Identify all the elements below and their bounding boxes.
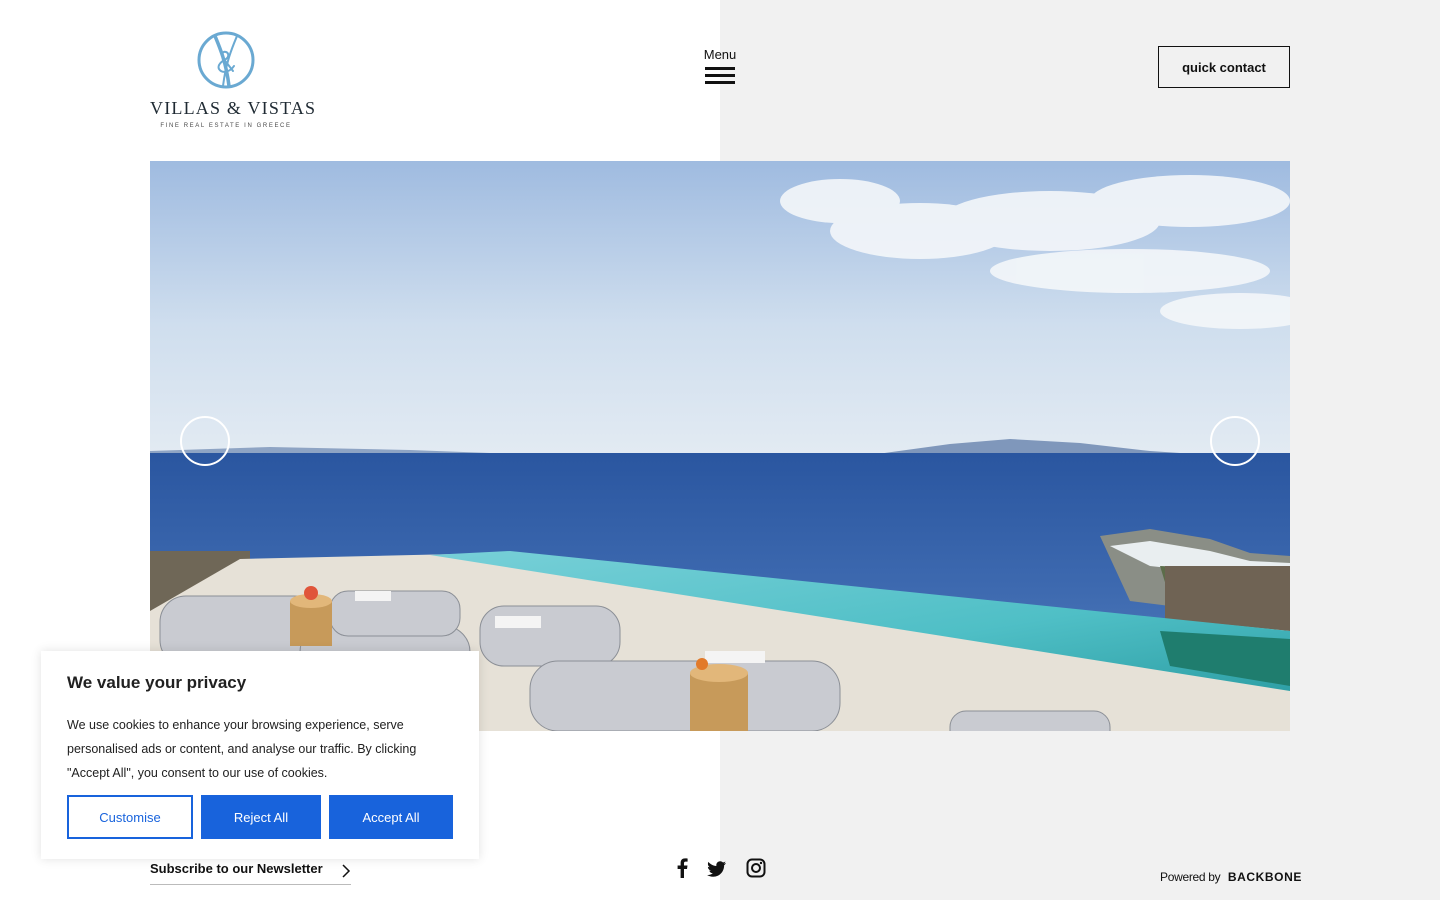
- slider-next-button[interactable]: [1210, 416, 1260, 466]
- logo-monogram-icon: [197, 31, 255, 89]
- menu-label: Menu: [703, 47, 737, 62]
- hamburger-icon: [705, 67, 735, 84]
- chevron-right-icon: [342, 864, 351, 878]
- newsletter-subscribe-link[interactable]: Subscribe to our Newsletter: [150, 860, 351, 885]
- instagram-icon[interactable]: [745, 856, 767, 880]
- site-logo[interactable]: VILLAS & VISTAS FINE REAL ESTATE IN GREE…: [150, 30, 317, 134]
- cookie-banner-actions: Customise Reject All Accept All: [67, 795, 453, 839]
- powered-by-backbone-link[interactable]: Powered by BACKBONE: [1160, 868, 1302, 886]
- cookie-banner-text: We use cookies to enhance your browsing …: [67, 718, 417, 780]
- powered-by-label: Powered by: [1160, 870, 1221, 884]
- backbone-logo: BACKBONE: [1227, 870, 1302, 884]
- newsletter-label: Subscribe to our Newsletter: [150, 861, 323, 876]
- cookie-banner-title: We value your privacy: [67, 673, 247, 692]
- customise-button[interactable]: Customise: [67, 795, 193, 839]
- facebook-icon[interactable]: [672, 856, 692, 880]
- logo-tagline: FINE REAL ESTATE IN GREECE: [160, 123, 292, 129]
- accept-all-button[interactable]: Accept All: [329, 795, 453, 839]
- logo-wordmark: VILLAS & VISTAS: [150, 98, 317, 118]
- menu-toggle[interactable]: Menu: [700, 47, 740, 88]
- slider-prev-button[interactable]: [180, 416, 230, 466]
- hero-slider: [150, 161, 1290, 731]
- hero-image: [150, 161, 1290, 731]
- twitter-icon[interactable]: [706, 856, 728, 880]
- reject-all-button[interactable]: Reject All: [201, 795, 321, 839]
- quick-contact-button[interactable]: quick contact: [1158, 46, 1290, 88]
- cookie-consent-banner: We value your privacy We use cookies to …: [41, 651, 479, 859]
